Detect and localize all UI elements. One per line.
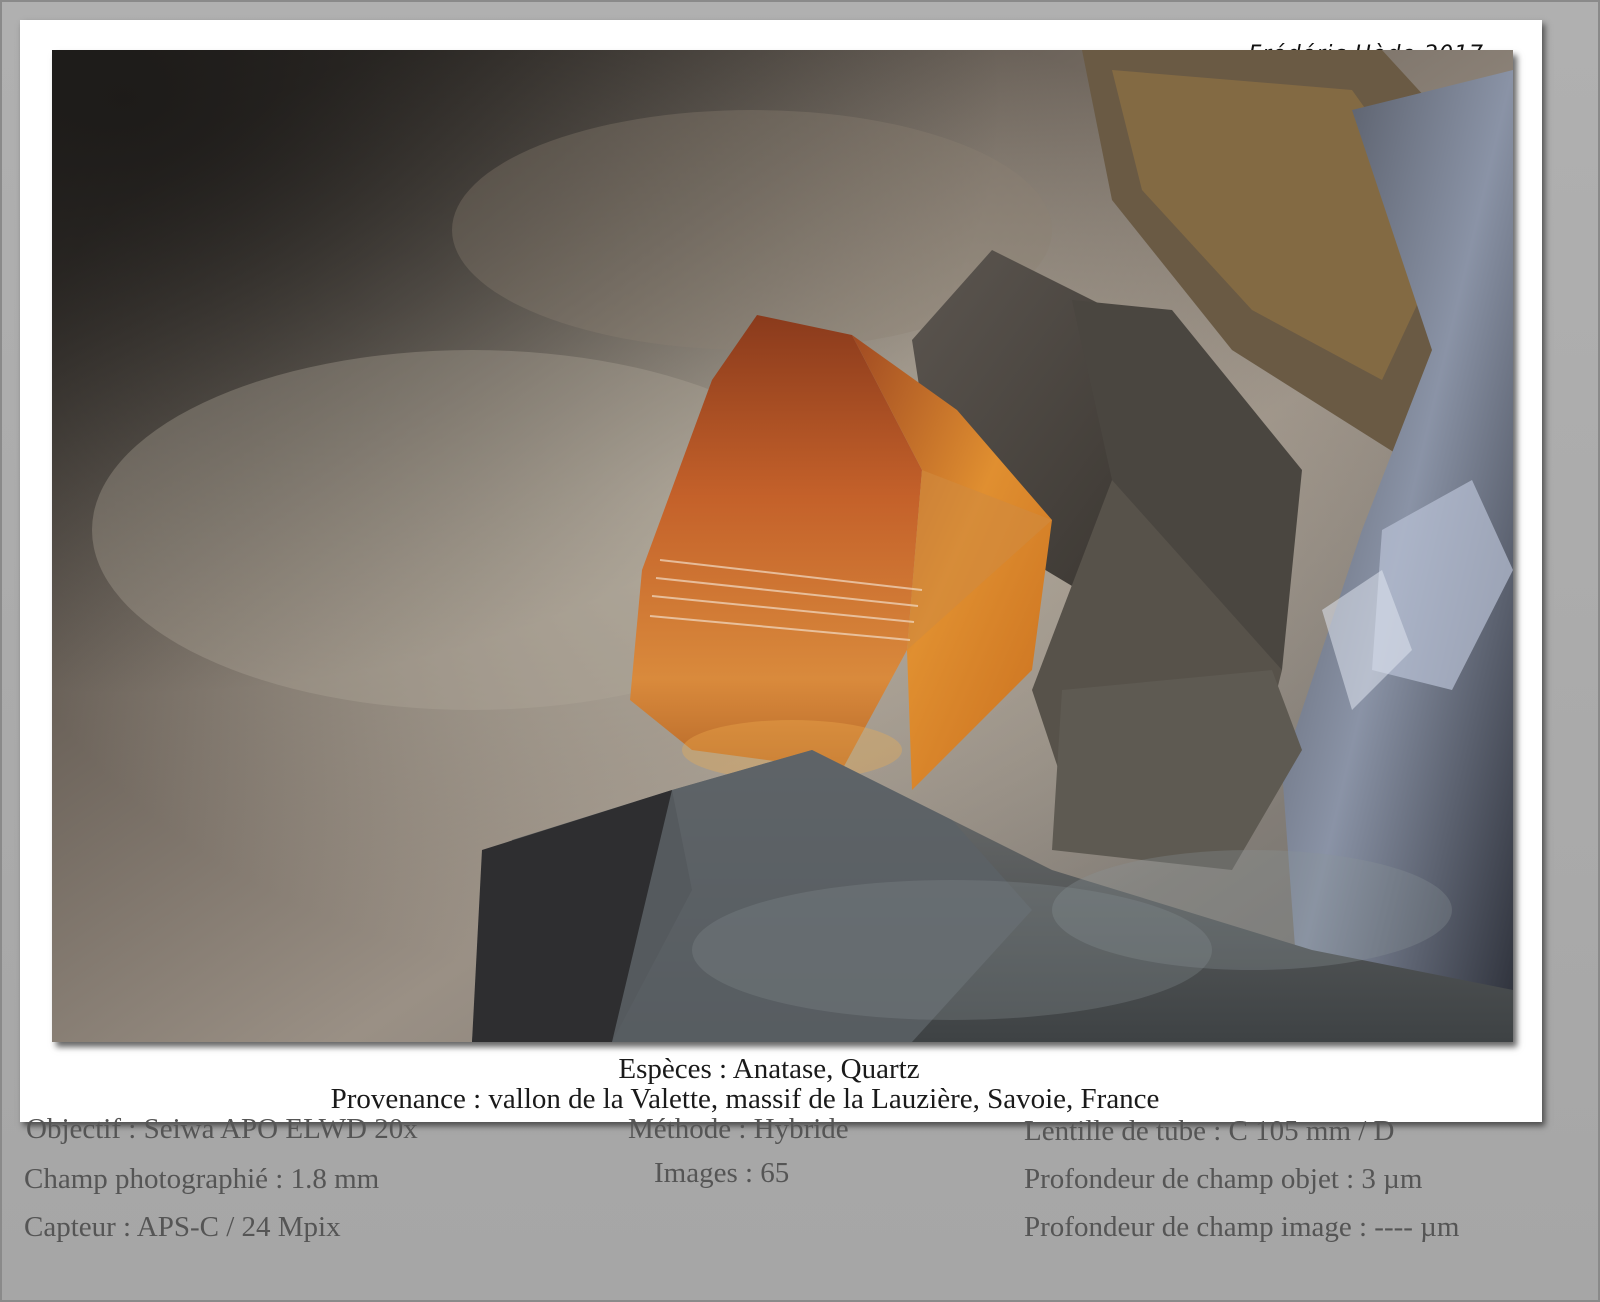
mineral-photo [52,50,1513,1042]
images-spec: Images : 65 [654,1157,790,1189]
field-spec: Champ photographié : 1.8 mm [24,1163,380,1195]
object-dof-spec: Profondeur de champ objet : 3 µm [1024,1163,1423,1195]
sensor-spec: Capteur : APS-C / 24 Mpix [24,1211,341,1243]
mineral-photo-art [52,50,1513,1042]
photo-card: Frédéric Hède 2017 [20,20,1542,1122]
species-caption: Espèces : Anatase, Quartz [618,1053,920,1085]
tube-lens-spec: Lentille de tube : C 105 mm / D [1024,1115,1395,1147]
method-spec: Méthode : Hybride [628,1113,849,1145]
image-dof-spec: Profondeur de champ image : ---- µm [1024,1211,1460,1243]
origin-caption: Provenance : vallon de la Valette, massi… [330,1083,1160,1115]
objective-spec: Objectif : Seiwa APO ELWD 20x [26,1113,418,1145]
